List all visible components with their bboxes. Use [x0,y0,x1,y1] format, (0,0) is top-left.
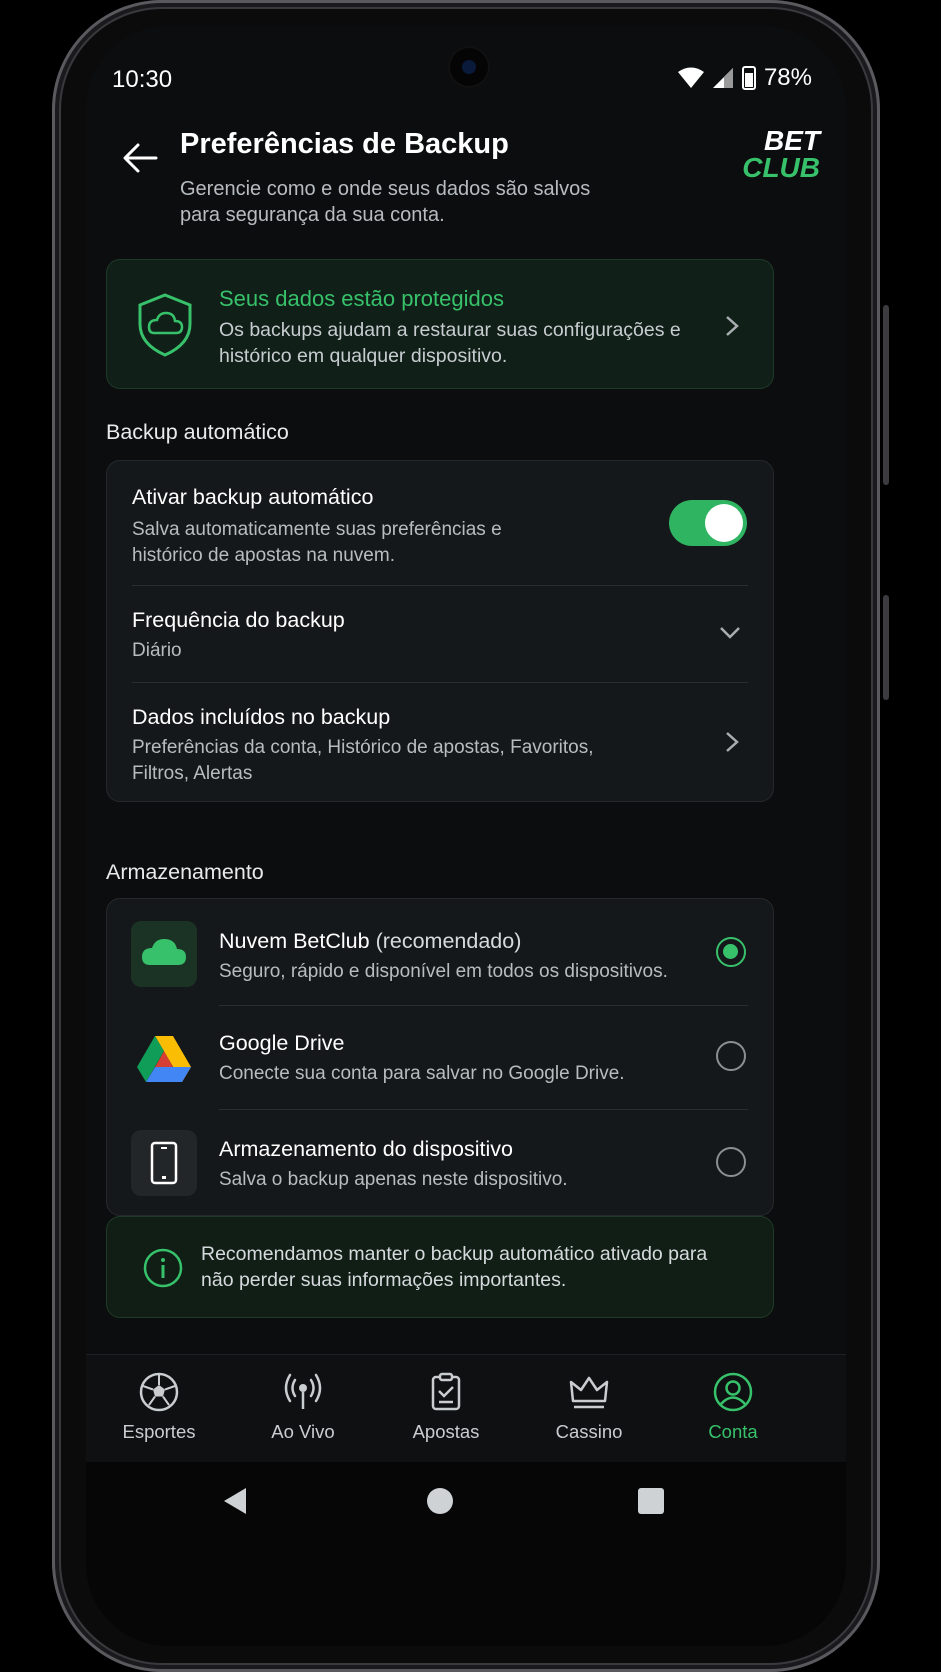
info-banner-text: Recomendamos manter o backup automático … [201,1243,708,1291]
system-home-icon[interactable] [426,1487,454,1515]
nav-label: Conta [708,1421,758,1442]
storage-option-description: Conecte sua conta para salvar no Google … [219,1063,625,1084]
auto-backup-toggle-switch[interactable] [669,500,747,546]
storage-option-device[interactable]: Armazenamento do dispositivo Salva o bac… [107,1110,773,1216]
chevron-right-icon [726,316,739,336]
storage-option-betclub-cloud[interactable]: Nuvem BetClub (recomendado) Seguro, rápi… [107,899,773,1005]
info-banner: Recomendamos manter o backup automático … [106,1216,774,1318]
chevron-down-icon [720,627,740,639]
bet-slip-icon [431,1372,461,1411]
included-data-value: Preferências da conta, Histórico de apos… [132,737,594,784]
screen: 10:30 78% Preferências de Backup Gerenci… [86,26,846,1646]
nav-item-cassino[interactable]: Cassino [519,1371,659,1443]
storage-option-name: Google Drive [219,1031,345,1055]
crown-icon [569,1376,609,1409]
backup-frequency-value: Diário [132,640,182,661]
nav-label: Ao Vivo [271,1421,335,1442]
recommended-tag: (recomendado) [375,929,522,953]
storage-option-name: Armazenamento do dispositivo [219,1137,513,1161]
info-icon [143,1248,183,1288]
signal-icon [712,68,733,88]
system-back-icon[interactable] [222,1486,248,1516]
account-icon [713,1372,753,1412]
soccer-ball-icon [139,1372,179,1412]
phone-icon [131,1130,197,1196]
google-drive-icon [137,1036,191,1082]
storage-option-description: Salva o backup apenas neste dispositivo. [219,1169,568,1190]
section-title-storage: Armazenamento [106,860,264,884]
auto-backup-toggle-description: Salva automaticamente suas preferências … [132,519,502,566]
status-bar: 10:30 78% [86,26,846,106]
auto-backup-toggle-row[interactable]: Ativar backup automático Salva automatic… [107,461,773,585]
volume-button [883,305,889,485]
bottom-nav: Esportes Ao Vivo Apostas Cassino Conta [86,1354,846,1463]
storage-option-description: Seguro, rápido e disponível em todos os … [219,961,668,982]
page-title: Preferências de Backup [180,128,509,160]
status-time: 10:30 [112,66,173,93]
back-arrow-icon[interactable] [120,140,160,176]
system-recents-icon[interactable] [638,1487,664,1515]
phone-frame: 10:30 78% Preferências de Backup Gerenci… [52,0,880,1672]
radio-button[interactable] [716,1041,746,1071]
shield-cloud-icon [138,293,192,357]
storage-option-name: Nuvem BetClub [219,929,370,953]
front-camera [450,48,488,86]
status-icons: 78% [677,64,812,92]
backup-frequency-title: Frequência do backup [132,608,345,632]
cloud-icon [131,921,197,987]
included-data-row[interactable]: Dados incluídos no backup Preferências d… [107,683,773,801]
section-title-auto-backup: Backup automático [106,420,289,444]
nav-label: Cassino [555,1421,623,1442]
backup-frequency-row[interactable]: Frequência do backup Diário [107,586,773,682]
auto-backup-toggle-title: Ativar backup automático [132,485,374,509]
radio-button[interactable] [716,1147,746,1177]
wifi-icon [677,67,704,88]
data-protected-card[interactable]: Seus dados estão protegidos Os backups a… [106,259,774,389]
storage-option-title: Nuvem BetClub (recomendado) [219,929,521,954]
nav-label: Apostas [412,1421,480,1442]
broadcast-icon [284,1373,322,1409]
auto-backup-card: Ativar backup automático Salva automatic… [106,460,774,802]
battery-level: 78% [763,64,812,91]
betclub-logo: BET CLUB [742,126,823,180]
battery-icon [741,66,756,90]
chevron-right-icon [726,732,739,752]
power-button [883,595,889,700]
protection-description: Os backups ajudam a restaurar suas confi… [219,319,681,367]
nav-item-apostas[interactable]: Apostas [376,1371,516,1443]
logo-text-club: CLUB [742,152,820,180]
storage-card: Nuvem BetClub (recomendado) Seguro, rápi… [106,898,774,1216]
storage-option-google-drive[interactable]: Google Drive Conecte sua conta para salv… [107,1006,773,1109]
nav-label: Esportes [122,1421,196,1442]
nav-item-conta[interactable]: Conta [663,1371,803,1443]
radio-button-selected[interactable] [716,937,746,967]
nav-item-esportes[interactable]: Esportes [89,1371,229,1443]
nav-item-ao-vivo[interactable]: Ao Vivo [233,1371,373,1443]
included-data-title: Dados incluídos no backup [132,705,391,729]
page-subtitle: Gerencie como e onde seus dados são salv… [180,178,591,226]
system-navigation-bar [86,1462,846,1646]
protection-title: Seus dados estão protegidos [219,286,504,311]
